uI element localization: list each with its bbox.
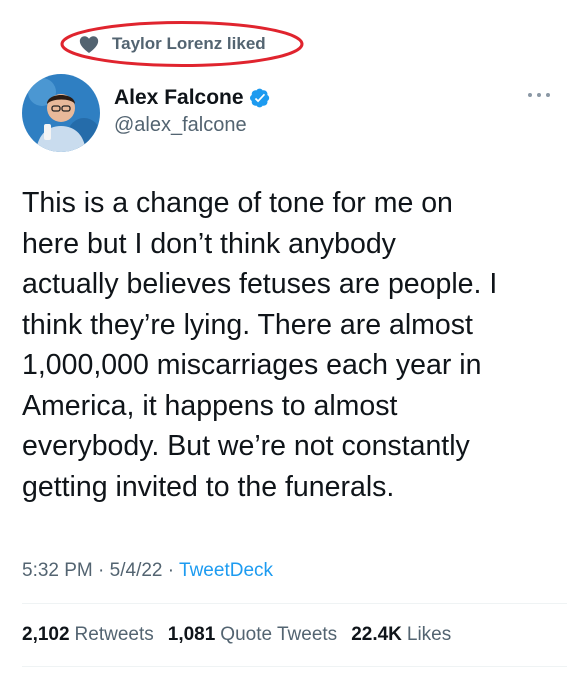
divider bbox=[22, 603, 567, 604]
meta-separator: · bbox=[98, 560, 105, 581]
retweets-stat[interactable]: 2,102 Retweets bbox=[22, 624, 154, 646]
verified-badge-icon bbox=[249, 88, 269, 108]
tweet-text: This is a change of tone for me on here … bbox=[22, 187, 498, 503]
quote-tweets-stat[interactable]: 1,081 Quote Tweets bbox=[168, 624, 337, 646]
tweet-date[interactable]: 5/4/22 bbox=[110, 560, 163, 581]
heart-icon bbox=[79, 36, 99, 53]
handle[interactable]: @alex_falcone bbox=[114, 114, 270, 137]
tweet-header: Alex Falcone @alex_falcone bbox=[22, 74, 557, 154]
divider bbox=[22, 666, 567, 667]
social-context[interactable]: Taylor Lorenz liked bbox=[60, 20, 304, 68]
author-info[interactable]: Alex Falcone @alex_falcone bbox=[114, 86, 270, 137]
liked-by-text: Taylor Lorenz liked bbox=[112, 34, 266, 53]
likes-stat[interactable]: 22.4K Likes bbox=[351, 624, 451, 646]
more-options-icon[interactable] bbox=[527, 92, 551, 98]
tweet-time[interactable]: 5:32 PM bbox=[22, 560, 93, 581]
display-name[interactable]: Alex Falcone bbox=[114, 86, 270, 110]
meta-separator: · bbox=[167, 560, 175, 581]
tweet-source-link[interactable]: TweetDeck bbox=[179, 560, 273, 581]
tweet-meta: 5:32 PM · 5/4/22 · TweetDeck bbox=[22, 560, 273, 582]
tweet-stats: 2,102 Retweets 1,081 Quote Tweets 22.4K Lik… bbox=[22, 624, 451, 646]
avatar[interactable] bbox=[22, 74, 100, 152]
